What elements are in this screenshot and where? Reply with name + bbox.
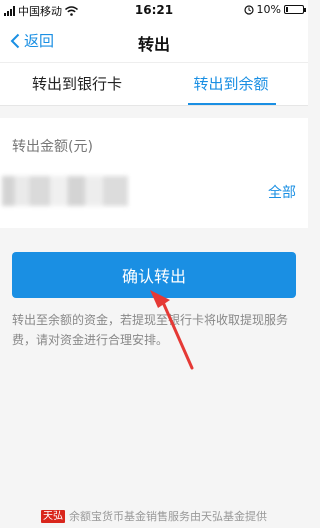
footer-text: 余额宝货币基金销售服务由天弘基金提供 bbox=[69, 510, 267, 523]
all-amount-button[interactable]: 全部 bbox=[268, 182, 296, 202]
footer: 天弘 余额宝货币基金销售服务由天弘基金提供 bbox=[0, 508, 308, 524]
fee-notice: 转出至余额的资金，若提现至银行卡将收取提现服务费，请对资金进行合理安排。 bbox=[12, 313, 289, 347]
tab-to-balance[interactable]: 转出到余额 bbox=[154, 63, 308, 106]
tab-to-bank-card[interactable]: 转出到银行卡 bbox=[0, 63, 154, 106]
amount-card: 转出金额(元) 全部 bbox=[0, 118, 308, 228]
fund-logo: 天弘 bbox=[41, 509, 65, 523]
tab-bar: 转出到银行卡 转出到余额 bbox=[0, 62, 308, 106]
nav-bar: 返回 转出 bbox=[0, 20, 308, 62]
redacted-amount bbox=[2, 176, 128, 206]
battery-fill bbox=[286, 7, 288, 12]
alarm-icon bbox=[243, 4, 254, 15]
amount-label: 转出金额(元) bbox=[12, 139, 93, 155]
tab-active-indicator bbox=[188, 103, 276, 105]
battery-icon bbox=[284, 5, 306, 14]
page-title: 转出 bbox=[137, 35, 170, 54]
status-right: 10% bbox=[243, 3, 306, 16]
confirm-transfer-button[interactable]: 确认转出 bbox=[12, 252, 296, 298]
battery-percent: 10% bbox=[256, 3, 281, 16]
status-bar: 中国移动 16:21 10% bbox=[0, 0, 308, 20]
